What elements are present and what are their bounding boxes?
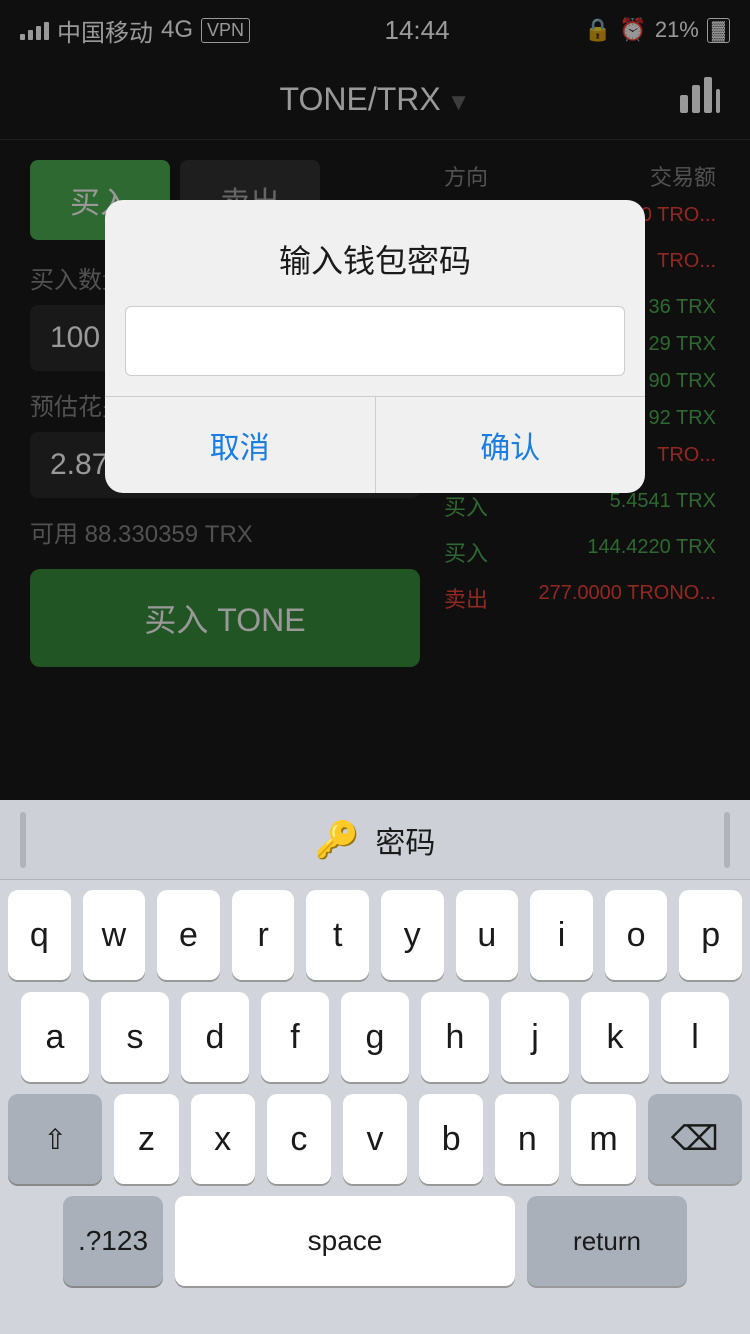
space-key[interactable]: space bbox=[175, 1196, 515, 1286]
cancel-button[interactable]: 取消 bbox=[105, 397, 376, 493]
key-w[interactable]: w bbox=[83, 890, 146, 980]
key-k[interactable]: k bbox=[581, 992, 649, 1082]
key-row-2: a s d f g h j k l bbox=[8, 992, 742, 1082]
key-a[interactable]: a bbox=[21, 992, 89, 1082]
key-row-3: ⇧ z x c v b n m ⌫ bbox=[8, 1094, 742, 1184]
key-c[interactable]: c bbox=[267, 1094, 331, 1184]
key-z[interactable]: z bbox=[114, 1094, 178, 1184]
numeric-key[interactable]: .?123 bbox=[63, 1196, 163, 1286]
key-p[interactable]: p bbox=[679, 890, 742, 980]
password-dialog: 输入钱包密码 取消 确认 bbox=[105, 200, 645, 493]
dialog-buttons: 取消 确认 bbox=[105, 396, 645, 493]
key-q[interactable]: q bbox=[8, 890, 71, 980]
key-h[interactable]: h bbox=[421, 992, 489, 1082]
key-f[interactable]: f bbox=[261, 992, 329, 1082]
delete-key[interactable]: ⌫ bbox=[648, 1094, 742, 1184]
toolbar-right-bar bbox=[724, 812, 730, 868]
key-row-4: .?123 space return bbox=[8, 1196, 742, 1286]
key-y[interactable]: y bbox=[381, 890, 444, 980]
keyboard-toolbar: 🔑 密码 bbox=[0, 800, 750, 880]
key-l[interactable]: l bbox=[661, 992, 729, 1082]
keyboard-rows: q w e r t y u i o p a s d f g h j k l ⇧ … bbox=[0, 880, 750, 1296]
key-m[interactable]: m bbox=[571, 1094, 635, 1184]
key-u[interactable]: u bbox=[456, 890, 519, 980]
key-d[interactable]: d bbox=[181, 992, 249, 1082]
password-input[interactable] bbox=[125, 306, 625, 376]
dialog-input-wrap bbox=[105, 306, 645, 396]
key-t[interactable]: t bbox=[306, 890, 369, 980]
key-n[interactable]: n bbox=[495, 1094, 559, 1184]
key-e[interactable]: e bbox=[157, 890, 220, 980]
key-b[interactable]: b bbox=[419, 1094, 483, 1184]
key-x[interactable]: x bbox=[191, 1094, 255, 1184]
confirm-button[interactable]: 确认 bbox=[376, 397, 646, 493]
key-i[interactable]: i bbox=[530, 890, 593, 980]
key-v[interactable]: v bbox=[343, 1094, 407, 1184]
keyboard: 🔑 密码 q w e r t y u i o p a s d f g h j k bbox=[0, 800, 750, 1334]
key-r[interactable]: r bbox=[232, 890, 295, 980]
toolbar-password-label: 密码 bbox=[375, 818, 435, 862]
dialog-title: 输入钱包密码 bbox=[105, 200, 645, 306]
return-key[interactable]: return bbox=[527, 1196, 687, 1286]
key-row-1: q w e r t y u i o p bbox=[8, 890, 742, 980]
key-o[interactable]: o bbox=[605, 890, 668, 980]
toolbar-left-bar bbox=[20, 812, 26, 868]
key-s[interactable]: s bbox=[101, 992, 169, 1082]
key-j[interactable]: j bbox=[501, 992, 569, 1082]
key-icon: 🔑 bbox=[315, 819, 360, 861]
key-g[interactable]: g bbox=[341, 992, 409, 1082]
shift-key[interactable]: ⇧ bbox=[8, 1094, 102, 1184]
